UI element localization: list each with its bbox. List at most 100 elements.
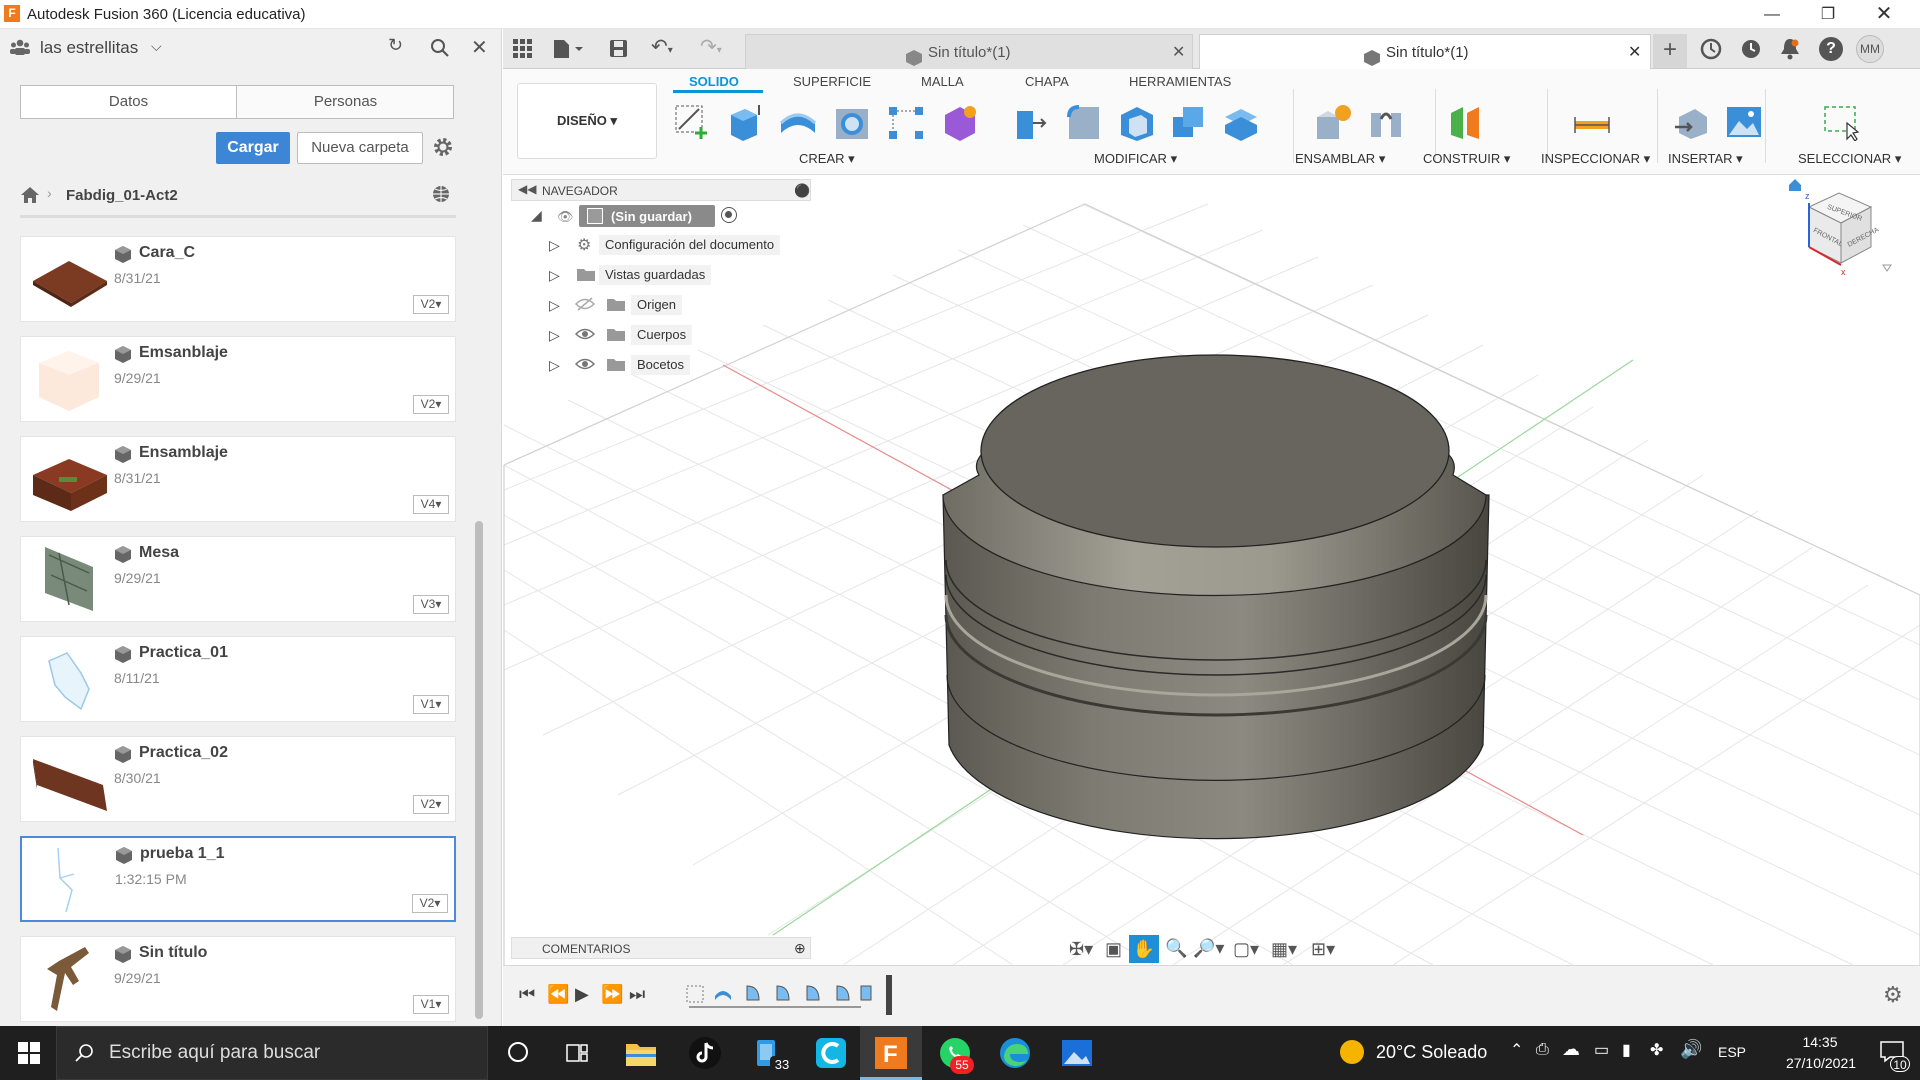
viewports-icon[interactable]: ⊞▾ xyxy=(1311,939,1335,960)
document-tab-active[interactable]: Sin título*(1) ✕ xyxy=(1199,34,1651,69)
step-back-icon[interactable]: ⏪ xyxy=(547,984,569,1005)
file-card[interactable]: Sin título 9/29/21 V1▾ xyxy=(20,936,456,1022)
battery-icon[interactable]: ▮ xyxy=(1622,1040,1631,1060)
language-indicator[interactable]: ESP xyxy=(1718,1044,1746,1060)
joint-icon[interactable] xyxy=(1367,103,1405,141)
play-icon[interactable]: ▶ xyxy=(575,984,589,1005)
timeline-settings-gear-icon[interactable]: ⚙ xyxy=(1883,982,1903,1008)
insert-derive-icon[interactable] xyxy=(1673,103,1711,141)
breadcrumb[interactable]: Fabdig_01-Act2 xyxy=(66,187,178,204)
new-tab-icon[interactable]: + xyxy=(1653,34,1687,68)
clock-date[interactable]: 27/10/2021 xyxy=(1766,1055,1876,1071)
close-tab-icon[interactable]: ✕ xyxy=(1172,35,1185,70)
expand-arrow-icon[interactable]: ▷ xyxy=(549,237,560,254)
timeline-marker[interactable] xyxy=(886,975,892,1015)
tab-chapa[interactable]: CHAPA xyxy=(1025,74,1069,89)
edge-browser-icon[interactable] xyxy=(998,1036,1032,1070)
chevron-down-icon[interactable]: ⌵ xyxy=(151,38,162,55)
offset-face-icon[interactable] xyxy=(1221,103,1259,141)
tab-solido[interactable]: SOLIDO xyxy=(689,74,739,89)
photos-icon[interactable] xyxy=(1060,1036,1094,1070)
group-construir[interactable]: CONSTRUIR ▾ xyxy=(1423,151,1510,167)
group-crear[interactable]: CREAR ▾ xyxy=(799,151,855,167)
app-grid-icon[interactable] xyxy=(513,39,533,64)
eye-icon[interactable]: 👁 xyxy=(557,209,574,225)
group-seleccionar[interactable]: SELECCIONAR ▾ xyxy=(1798,151,1901,167)
shell-icon[interactable] xyxy=(1117,103,1155,141)
version-badge[interactable]: V4▾ xyxy=(413,495,449,514)
tiktok-icon[interactable] xyxy=(688,1036,722,1070)
file-card[interactable]: Practica_01 8/11/21 V1▾ xyxy=(20,636,456,722)
file-card-selected[interactable]: prueba 1_1 1:32:15 PM V2▾ xyxy=(20,836,456,922)
cloud-icon[interactable]: ☁ xyxy=(1562,1039,1580,1060)
offset-plane-icon[interactable] xyxy=(1447,103,1485,141)
collapse-icon[interactable]: ◀◀ xyxy=(518,182,536,196)
file-card[interactable]: Practica_02 8/30/21 V2▾ xyxy=(20,736,456,822)
expand-arrow-icon[interactable]: ▷ xyxy=(549,267,560,284)
version-badge[interactable]: V2▾ xyxy=(413,295,449,314)
timeline-features[interactable] xyxy=(685,980,875,1010)
avatar[interactable]: MM xyxy=(1856,35,1884,63)
expand-arrow-icon[interactable]: ▷ xyxy=(549,357,560,374)
expand-arrow-icon[interactable]: ▷ xyxy=(549,297,560,314)
team-name[interactable]: las estrellitas xyxy=(40,38,138,58)
create-sketch-icon[interactable] xyxy=(673,103,711,141)
show-hidden-icons[interactable]: ⌃ xyxy=(1510,1040,1523,1060)
camera-icon[interactable]: ⎙ xyxy=(1536,1041,1549,1059)
tab-personas[interactable]: Personas xyxy=(238,86,453,118)
search-icon[interactable] xyxy=(430,38,450,63)
new-folder-button[interactable]: Nueva carpeta xyxy=(297,132,423,164)
3d-scene[interactable] xyxy=(503,175,1920,965)
tab-malla[interactable]: MALLA xyxy=(921,74,964,89)
device-icon[interactable]: ▭ xyxy=(1594,1040,1609,1060)
scrollbar[interactable] xyxy=(475,521,483,1019)
group-inspeccionar[interactable]: INSPECCIONAR ▾ xyxy=(1541,151,1650,167)
fit-icon[interactable]: 🔎▾ xyxy=(1193,938,1224,959)
eye-icon[interactable] xyxy=(574,327,596,344)
pattern-icon[interactable] xyxy=(887,103,925,141)
step-forward-icon[interactable]: ⏩ xyxy=(601,984,623,1005)
fusion-taskbar-button[interactable]: F xyxy=(860,1026,922,1080)
group-modificar[interactable]: MODIFICAR ▾ xyxy=(1094,151,1177,167)
go-to-end-icon[interactable]: ⏭ xyxy=(629,984,645,1005)
file-explorer-icon[interactable] xyxy=(624,1036,658,1070)
pan-icon[interactable]: ✋ xyxy=(1129,935,1159,963)
task-view-icon[interactable] xyxy=(566,1042,588,1069)
group-insertar[interactable]: INSERTAR ▾ xyxy=(1668,151,1743,167)
wifi-icon[interactable]: ✤ xyxy=(1650,1040,1663,1060)
zoom-icon[interactable]: 🔍 xyxy=(1165,938,1187,959)
new-component-icon[interactable] xyxy=(1315,103,1353,141)
file-card[interactable]: Mesa 9/29/21 V3▾ xyxy=(20,536,456,622)
canvas-viewport[interactable]: ◀◀ NAVEGADOR ⚫ ◢ 👁 (Sin guardar) ▷ ⚙ Con… xyxy=(503,175,1920,965)
hidden-eye-icon[interactable] xyxy=(574,297,596,314)
notifications-icon[interactable] xyxy=(1780,38,1800,65)
weather-text[interactable]: 20°C Soleado xyxy=(1376,1042,1487,1063)
eye-icon[interactable] xyxy=(574,357,596,374)
workspace-switcher[interactable]: DISEÑO ▾ xyxy=(517,83,657,159)
help-icon[interactable]: ? xyxy=(1819,37,1843,61)
upload-button[interactable]: Cargar xyxy=(216,132,290,164)
version-badge[interactable]: V2▾ xyxy=(412,894,448,913)
refresh-icon[interactable]: ↻ xyxy=(388,35,403,56)
version-badge[interactable]: V2▾ xyxy=(413,795,449,814)
look-at-icon[interactable]: ▣ xyxy=(1105,939,1122,960)
globe-icon[interactable] xyxy=(431,184,451,209)
close-panel-icon[interactable]: ✕ xyxy=(471,35,488,60)
minimize-panel-icon[interactable]: ⚫ xyxy=(794,183,810,199)
measure-icon[interactable] xyxy=(1573,103,1611,141)
version-badge[interactable]: V1▾ xyxy=(413,695,449,714)
view-cube[interactable]: SUPERIOR FRONTAL DERECHA x z xyxy=(1779,177,1899,287)
hole-icon[interactable] xyxy=(833,103,871,141)
file-card[interactable]: Emsanblaje 9/29/21 V2▾ xyxy=(20,336,456,422)
comments-panel[interactable]: COMENTARIOS ⊕ xyxy=(511,937,811,959)
group-ensamblar[interactable]: ENSAMBLAR ▾ xyxy=(1295,151,1385,167)
gear-icon[interactable] xyxy=(432,136,454,163)
display-settings-icon[interactable]: ▢▾ xyxy=(1233,939,1259,960)
create-form-icon[interactable] xyxy=(941,103,979,141)
minimize-button[interactable]: — xyxy=(1744,0,1800,29)
expand-arrow-icon[interactable]: ▷ xyxy=(549,327,560,344)
tab-superficie[interactable]: SUPERFICIE xyxy=(793,74,871,89)
press-pull-icon[interactable] xyxy=(1011,103,1049,141)
orbit-icon[interactable]: ✠▾ xyxy=(1069,939,1093,960)
taskbar-search-box[interactable]: Escribe aquí para buscar xyxy=(56,1026,488,1080)
